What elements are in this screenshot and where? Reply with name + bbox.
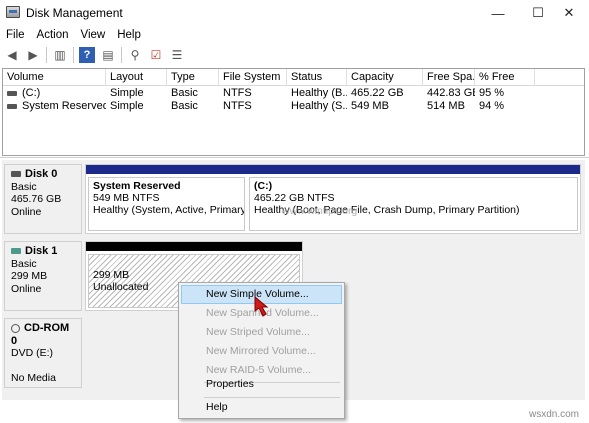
toolbar: ◀ ▶ ▥ ? ▤ ⚲ ☑ ☰ [0,44,589,66]
corner-watermark: wsxdn.com [528,409,579,420]
disk-0-label[interactable]: Disk 0 Basic 465.76 GB Online [4,164,82,234]
table-row[interactable]: System Reserved Simple Basic NTFS Health… [3,99,584,113]
partition-size: 465.22 GB NTFS [254,192,335,204]
cdrom-icon [11,323,20,333]
disk-name: Disk 0 [25,168,58,180]
window-title: Disk Management [26,6,123,20]
help-icon[interactable]: ? [79,47,95,63]
disk-0-partitions: System Reserved 549 MB NTFS Healthy (Sys… [85,164,581,234]
disk-size: 465.76 GB [11,193,62,205]
disk-icon [11,248,21,255]
cdrom-0-label[interactable]: CD-ROM 0 DVD (E:) No Media [4,318,82,388]
column-file-system[interactable]: File System [219,69,287,86]
volume-name: System Reserved [22,100,106,112]
console-tree-icon[interactable]: ▥ [52,47,68,63]
pane-splitter[interactable] [0,157,589,158]
checklist-icon[interactable]: ☑ [148,47,164,63]
partition-size: 549 MB NTFS [93,192,160,204]
disk-status: No Media [11,371,56,384]
menu-new-striped-volume[interactable]: New Striped Volume... [181,323,342,342]
disk-1-label[interactable]: Disk 1 Basic 299 MB Online [4,241,82,311]
volume-percent-free: 94 % [479,100,505,112]
volume-layout: Simple [110,100,144,112]
disk-type: DVD (E:) [11,347,53,359]
disk-management-app-icon [6,6,20,18]
volume-free-space: 514 MB [427,100,465,112]
column-capacity[interactable]: Capacity [347,69,423,86]
forward-arrow-icon[interactable]: ▶ [25,47,41,63]
volume-type: Basic [171,87,198,99]
red-arrow-pointer-icon [254,296,269,317]
volume-type: Basic [171,100,198,112]
back-arrow-icon[interactable]: ◀ [4,47,20,63]
volume-status: Healthy (S... [291,100,347,112]
toolbar-separator [121,47,122,63]
disk-status: Online [11,282,42,295]
column-free-space[interactable]: Free Spa... [423,69,475,86]
table-row[interactable]: (C:) Simple Basic NTFS Healthy (B... 465… [3,86,584,100]
primary-partition-bar [86,165,247,174]
volume-icon [7,103,17,109]
list-icon[interactable]: ☰ [169,47,185,63]
disk-status: Online [11,205,42,218]
toolbar-separator [73,47,74,63]
menu-file[interactable]: File [0,29,31,41]
column-volume[interactable]: Volume [3,69,106,86]
properties-icon[interactable]: ▤ [100,47,116,63]
disk-name: Disk 1 [25,245,58,257]
menu-new-mirrored-volume[interactable]: New Mirrored Volume... [181,342,342,361]
menu-bar: File Action View Help [0,26,589,44]
menu-help[interactable]: Help [181,398,342,417]
volume-list-header: Volume Layout Type File System Status Ca… [3,69,584,86]
close-button[interactable]: ✕ [549,0,589,26]
center-watermark: www.wintips.org [282,205,358,217]
partition-status: Healthy (System, Active, Primary Pa [93,204,245,216]
disk-icon [11,171,21,178]
volume-capacity: 465.22 GB [351,87,404,99]
volume-file-system: NTFS [223,87,252,99]
column-percent-free[interactable]: % Free [475,69,535,86]
partition-c-drive[interactable]: (C:) 465.22 GB NTFS Healthy (Boot, Page … [247,165,580,233]
menu-help[interactable]: Help [111,29,147,41]
disk-size: 299 MB [11,270,48,282]
primary-partition-bar [247,165,580,174]
volume-file-system: NTFS [223,100,252,112]
volume-capacity: 549 MB [351,100,389,112]
disk-type: Basic [11,180,37,193]
partition-size: 299 MB [93,269,130,281]
toolbar-separator [46,47,47,63]
column-status[interactable]: Status [287,69,347,86]
column-type[interactable]: Type [167,69,219,86]
connect-icon[interactable]: ⚲ [127,47,143,63]
volume-icon [7,90,17,96]
menu-action[interactable]: Action [31,29,75,41]
disk-type: Basic [11,257,37,270]
menu-view[interactable]: View [75,29,112,41]
unallocated-bar [86,242,302,251]
volume-free-space: 442.83 GB [427,87,475,99]
minimize-button[interactable]: — [478,0,518,26]
volume-percent-free: 95 % [479,87,505,99]
disk-name: CD-ROM 0 [11,322,70,347]
column-layout[interactable]: Layout [106,69,167,86]
partition-system-reserved[interactable]: System Reserved 549 MB NTFS Healthy (Sys… [86,165,247,233]
title-bar: Disk Management — ☐ ✕ [0,0,589,26]
partition-name: System Reserved [93,180,181,192]
menu-properties[interactable]: Properties [181,375,342,394]
volume-list: Volume Layout Type File System Status Ca… [2,68,585,156]
volume-status: Healthy (B... [291,87,347,99]
volume-name: (C:) [22,87,41,99]
partition-name: (C:) [254,180,273,192]
volume-layout: Simple [110,87,144,99]
